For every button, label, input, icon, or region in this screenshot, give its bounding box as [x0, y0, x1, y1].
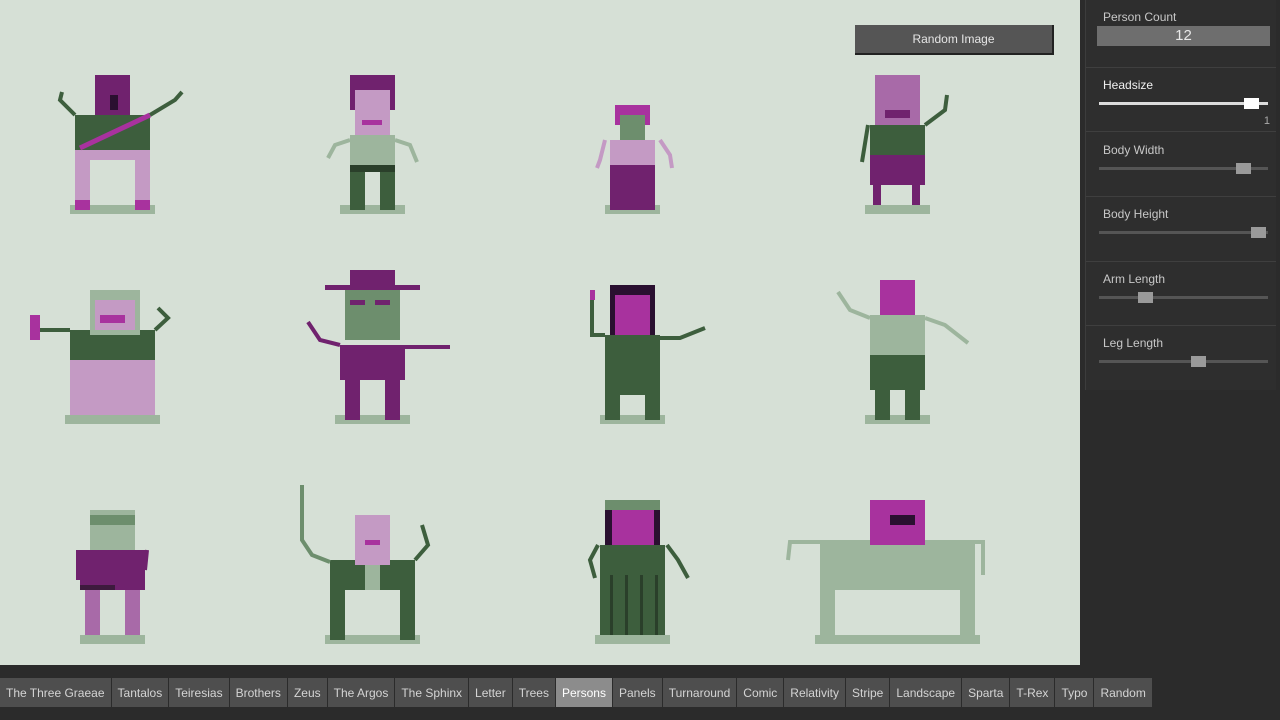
tab-the-sphinx[interactable]: The Sphinx: [395, 678, 469, 707]
person-figure: [326, 75, 419, 214]
body-width-label: Body Width: [1103, 143, 1165, 157]
person-figure: [587, 500, 690, 644]
tab-turnaround[interactable]: Turnaround: [662, 678, 737, 707]
tab-comic[interactable]: Comic: [737, 678, 784, 707]
tab-trees[interactable]: Trees: [512, 678, 555, 707]
persons-illustration: [30, 75, 985, 644]
tab-persons[interactable]: Persons: [555, 678, 612, 707]
tab-zeus[interactable]: Zeus: [287, 678, 327, 707]
headsize-slider[interactable]: [1099, 98, 1268, 109]
person-figure: [57, 75, 184, 214]
leg-length-label: Leg Length: [1103, 336, 1164, 350]
tab-random[interactable]: Random: [1094, 678, 1152, 707]
person-count-input[interactable]: 12: [1097, 26, 1270, 46]
controls-panel: Person Count 12 Headsize 1 Body Width Bo…: [1085, 0, 1276, 390]
headsize-label: Headsize: [1103, 78, 1154, 92]
tab-letter[interactable]: Letter: [469, 678, 512, 707]
person-figure: [306, 270, 450, 424]
tab-the-argos[interactable]: The Argos: [327, 678, 395, 707]
body-height-control: Body Height: [1086, 197, 1276, 262]
person-figure: [786, 500, 985, 644]
leg-length-slider-thumb[interactable]: [1191, 356, 1207, 367]
leg-length-control: Leg Length: [1086, 326, 1276, 390]
person-figure: [590, 285, 706, 424]
person-count-control: Person Count 12: [1086, 0, 1276, 68]
tab-teiresias[interactable]: Teiresias: [169, 678, 229, 707]
person-figure: [30, 290, 171, 424]
body-height-slider-thumb[interactable]: [1251, 227, 1267, 238]
person-figure: [860, 75, 949, 214]
arm-length-slider-thumb[interactable]: [1137, 292, 1153, 303]
headsize-value: 1: [1263, 115, 1270, 127]
tab-relativity[interactable]: Relativity: [784, 678, 845, 707]
leg-length-slider[interactable]: [1099, 356, 1268, 367]
tab-tantalos[interactable]: Tantalos: [111, 678, 169, 707]
arm-length-slider[interactable]: [1099, 292, 1268, 303]
scene-tab-bar: The Three Graeae Tantalos Teiresias Brother…: [0, 678, 1153, 707]
person-figure: [76, 510, 149, 644]
arm-length-label: Arm Length: [1103, 272, 1166, 286]
arm-length-control: Arm Length: [1086, 262, 1276, 326]
drawing-canvas[interactable]: Random Image: [0, 0, 1080, 665]
body-width-control: Body Width: [1086, 132, 1276, 197]
headsize-control: Headsize 1: [1086, 68, 1276, 132]
headsize-slider-thumb[interactable]: [1243, 98, 1259, 109]
person-figure: [836, 280, 970, 424]
body-width-slider-thumb[interactable]: [1236, 163, 1252, 174]
tab-t-rex[interactable]: T-Rex: [1010, 678, 1055, 707]
tab-brothers[interactable]: Brothers: [229, 678, 287, 707]
person-count-label: Person Count: [1103, 10, 1177, 24]
tab-sparta[interactable]: Sparta: [962, 678, 1010, 707]
tab-typo[interactable]: Typo: [1055, 678, 1094, 707]
tab-landscape[interactable]: Landscape: [890, 678, 962, 707]
tab-panels[interactable]: Panels: [612, 678, 662, 707]
body-height-slider[interactable]: [1099, 227, 1268, 238]
tab-stripe[interactable]: Stripe: [845, 678, 890, 707]
tab-the-three-graeae[interactable]: The Three Graeae: [0, 678, 111, 707]
random-image-button[interactable]: Random Image: [855, 25, 1054, 55]
body-width-slider[interactable]: [1099, 163, 1268, 174]
body-height-label: Body Height: [1103, 207, 1169, 221]
person-figure: [595, 105, 674, 214]
person-figure: [300, 485, 431, 644]
